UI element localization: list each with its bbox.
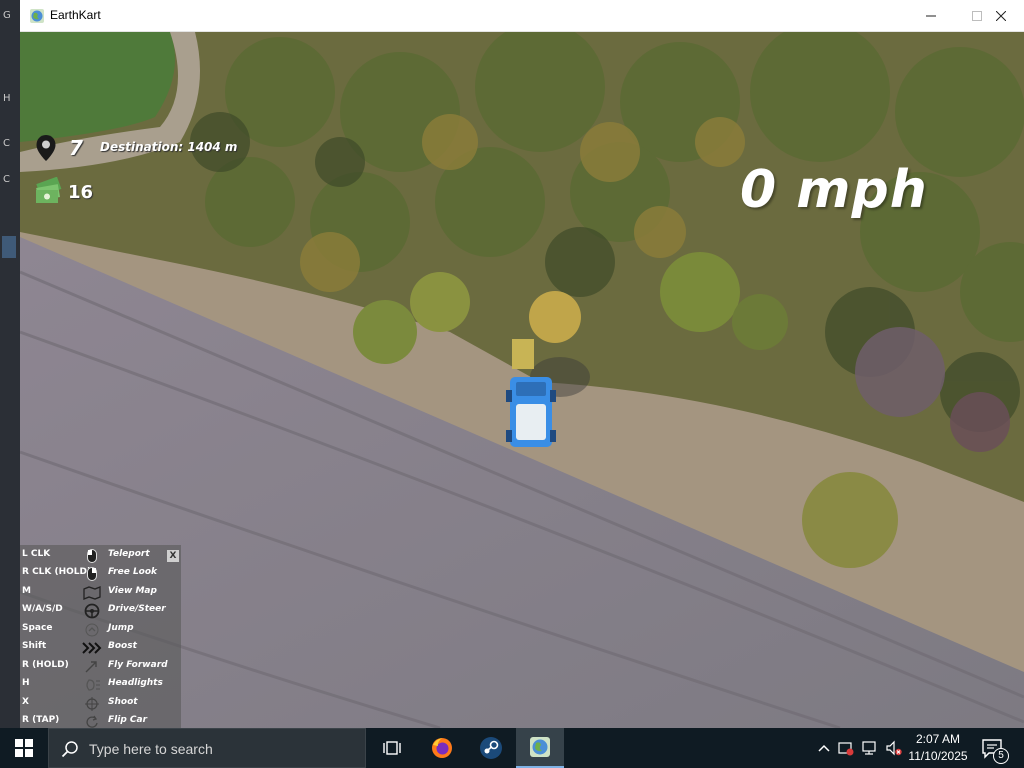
control-action: Drive/Steer [108,604,166,614]
search-icon [61,741,78,758]
game-viewport[interactable]: 7 Destination: 1404 m 16 0 mph X L CLK T… [20,32,1024,728]
control-key: Shift [22,641,47,651]
earthkart-app-icon [30,9,44,23]
control-row: Shift Boost [20,639,181,657]
control-key: W/A/S/D [22,604,63,614]
control-key: R (HOLD) [22,660,69,670]
firefox-icon [432,738,452,758]
desktop-edge-strip: G H C C [0,0,20,728]
desktop-edge-glyph: H [3,93,11,104]
control-row: R CLK (HOLD) Free Look [20,565,181,583]
steam-icon [480,737,502,759]
control-action: Teleport [108,549,150,559]
control-action: Free Look [108,567,158,577]
close-icon [996,11,1006,21]
window-title: EarthKart [50,8,101,22]
control-row: X Shoot [20,695,181,713]
notification-count-badge: 5 [993,748,1009,764]
control-row: R (TAP) Flip Car [20,713,181,728]
taskbar-earthkart[interactable] [516,728,564,768]
app-window: EarthKart 7 Destination: 1404 m 16 0 mph… [20,0,1024,728]
close-button[interactable] [978,0,1024,32]
control-action: Shoot [108,697,138,707]
control-row: M View Map [20,584,181,602]
control-row: L CLK Teleport [20,547,181,565]
control-row: W/A/S/D Drive/Steer [20,602,181,620]
steering-wheel-icon [82,603,102,619]
title-bar[interactable]: EarthKart [20,0,1024,32]
chevron-up-icon[interactable] [816,740,832,756]
cash-count: 16 [68,182,94,203]
control-row: Space Jump [20,621,181,639]
desktop-edge-glyph: C [3,138,10,149]
control-key: X [22,697,29,707]
speedometer: 0 mph [740,160,928,220]
control-action: Boost [108,641,137,651]
control-action: Headlights [108,678,163,688]
control-key: R (TAP) [22,715,60,725]
location-pin-icon [36,135,56,161]
boost-chevrons-icon [82,640,102,656]
windows-logo-icon [15,739,33,757]
control-row: H Headlights [20,676,181,694]
map-icon [82,585,102,601]
minimize-icon [926,15,936,17]
taskbar: Type here to search 2:07 AM 11/10/2025 5 [0,728,1024,768]
control-action: Flip Car [108,715,148,725]
taskbar-firefox[interactable] [418,728,466,768]
destination-distance: Destination: 1404 m [100,140,238,154]
jump-icon [82,622,102,638]
earthkart-icon [530,737,550,757]
mouse-left-icon [82,548,102,564]
taskbar-steam[interactable] [467,728,515,768]
control-row: R (HOLD) Fly Forward [20,658,181,676]
volume-muted-icon[interactable] [886,740,902,756]
desktop-edge-glyph: G [3,10,11,21]
control-key: Space [22,623,53,633]
mouse-right-icon [82,566,102,582]
control-action: View Map [108,586,157,596]
task-view-button[interactable] [368,728,416,768]
controls-help-panel: X L CLK Teleport R CLK (HOLD) Free Look … [20,545,181,728]
network-icon[interactable] [862,740,878,756]
security-alert-icon[interactable] [838,740,854,756]
crosshair-icon [82,696,102,712]
destinations-count: 7 [69,136,83,160]
control-key: H [22,678,30,688]
headlights-icon [82,677,102,693]
flip-icon [82,714,102,728]
desktop-edge-highlight [2,236,16,258]
desktop-edge-glyph: C [3,174,10,185]
taskbar-search-box[interactable]: Type here to search [48,728,366,768]
start-button[interactable] [0,728,48,768]
clock-date[interactable]: 11/10/2025 [904,749,972,763]
control-key: R CLK (HOLD) [22,567,92,577]
cash-icon [36,177,62,203]
minimize-button[interactable] [908,0,954,32]
fly-forward-icon [82,659,102,675]
control-key: L CLK [22,549,51,559]
task-view-icon [383,741,401,755]
search-placeholder: Type here to search [89,741,213,757]
control-key: M [22,586,31,596]
control-action: Fly Forward [108,660,168,670]
control-action: Jump [108,623,134,633]
clock-time[interactable]: 2:07 AM [910,732,966,746]
